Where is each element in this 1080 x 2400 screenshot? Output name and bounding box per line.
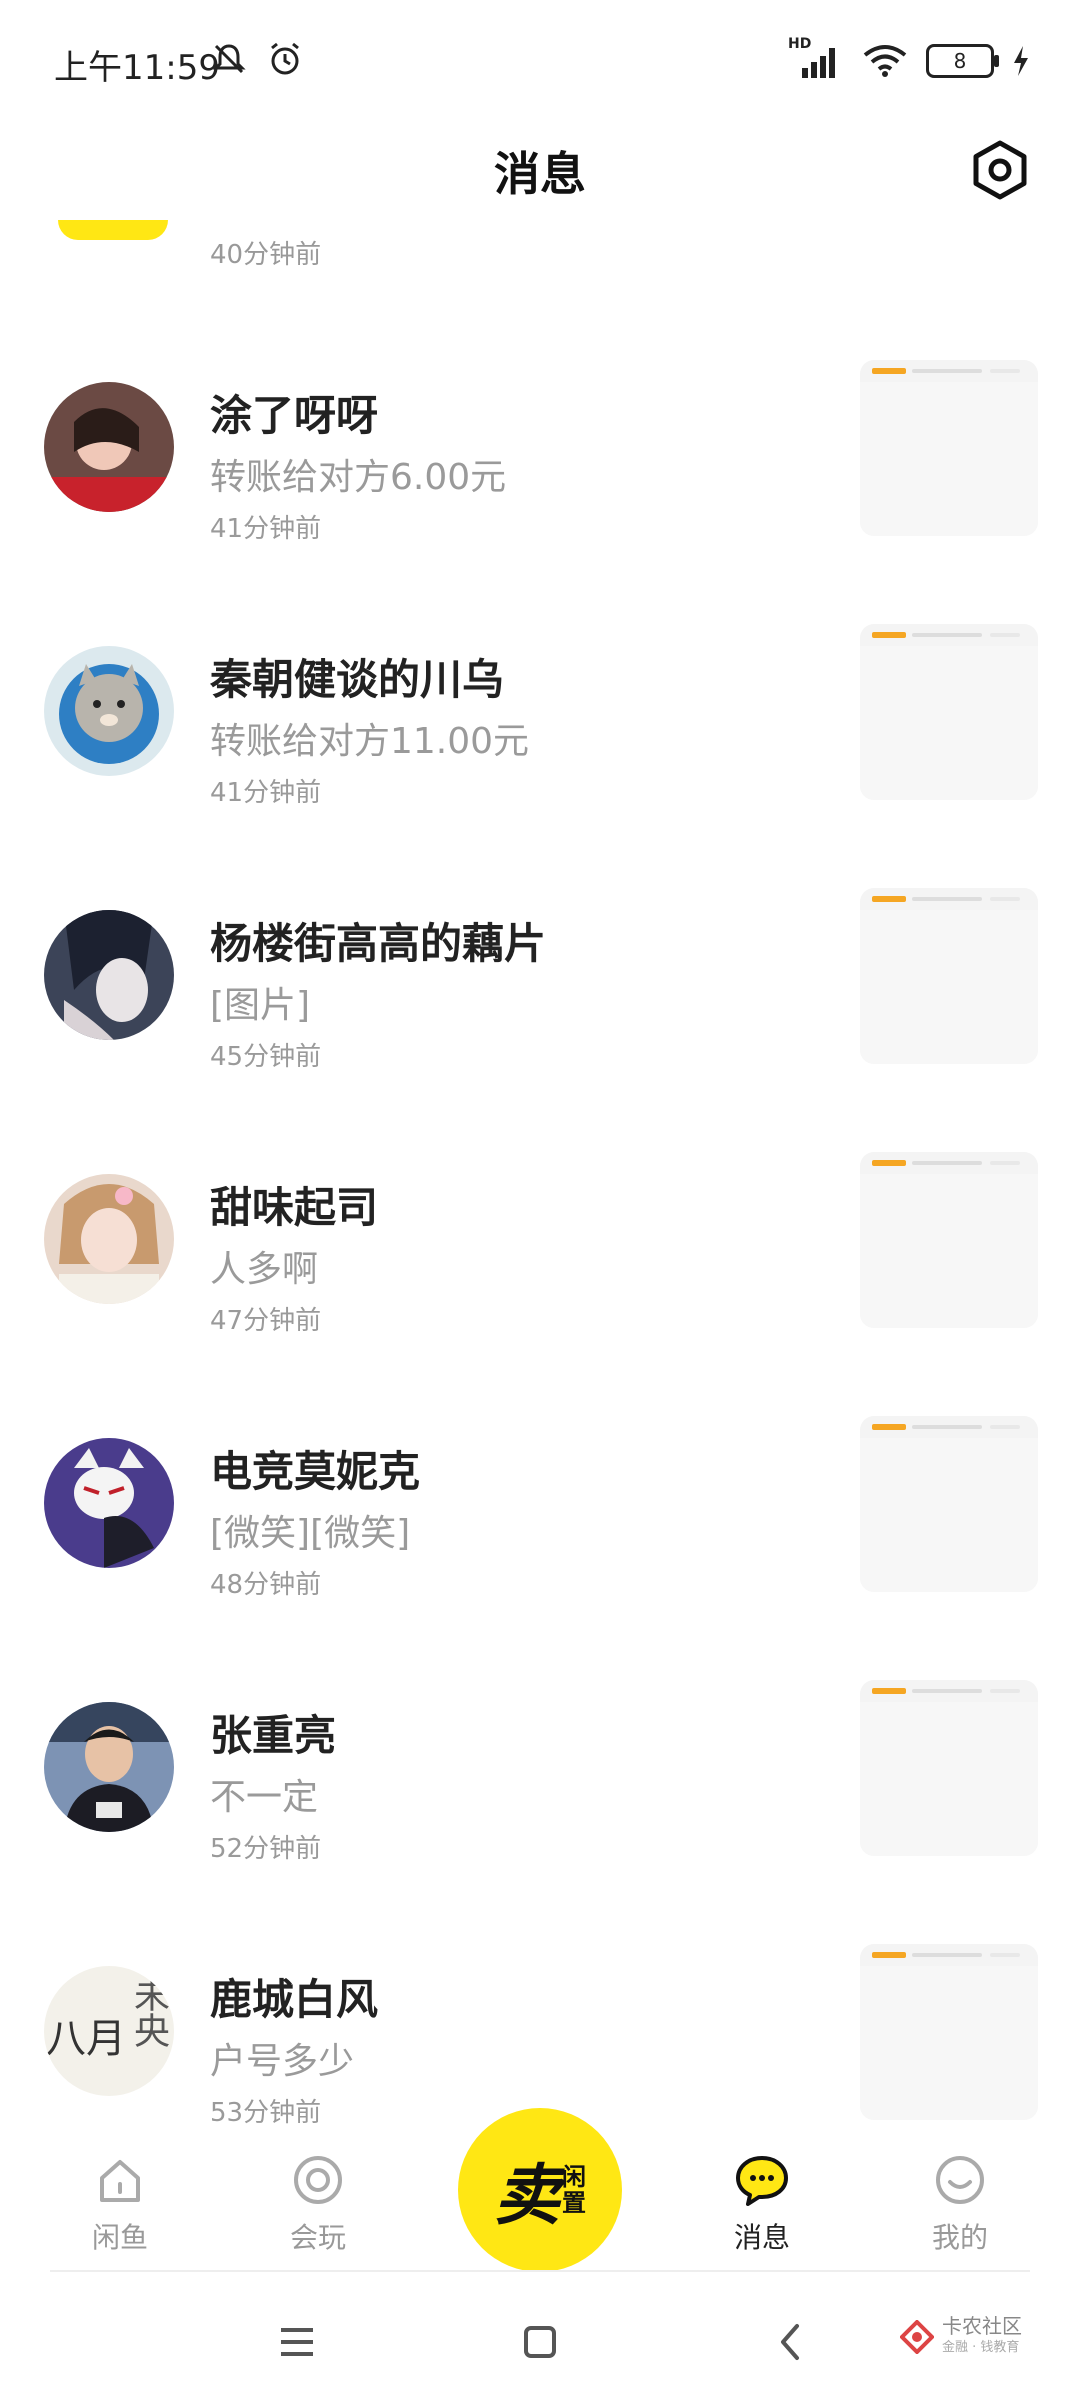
status-time: 上午11:59 (54, 48, 220, 88)
play-icon (294, 2156, 342, 2204)
alarm-icon (271, 42, 299, 75)
status-bar: 上午11:59 HD 8 (0, 0, 1080, 120)
contact-name: 秦朝健谈的川乌 (210, 655, 505, 704)
message-preview: 转账给对方6.00元 (210, 457, 507, 498)
header: 消息 (0, 120, 1080, 220)
avatar (44, 646, 174, 776)
conversation-row[interactable]: 电竞莫妮克 [微笑][微笑] 48分钟前 (0, 1416, 1080, 1680)
item-thumbnail[interactable] (860, 888, 1038, 1064)
message-preview: 户号多少 (210, 2041, 355, 2082)
message-preview: 转账给对方11.00元 (210, 721, 530, 762)
message-time: 47分钟前 (210, 1306, 322, 1336)
contact-name: 张重亮 (210, 1711, 337, 1760)
message-time: 45分钟前 (210, 1042, 322, 1072)
conversation-row[interactable]: 杨楼街高高的藕片 [图片] 45分钟前 (0, 888, 1080, 1152)
conversation-row[interactable]: 甜味起司 人多啊 47分钟前 (0, 1152, 1080, 1416)
conversation-row[interactable]: 涂了呀呀 转账给对方6.00元 41分钟前 (0, 360, 1080, 624)
menu-icon (281, 2328, 313, 2356)
message-time: 40分钟前 (210, 240, 322, 270)
settings-button[interactable] (960, 130, 1040, 210)
back-button[interactable] (750, 2302, 830, 2382)
conversation-list[interactable]: 40分钟前 涂了呀呀 转账给对方6.00元 41分钟前 秦朝健谈的川乌 转账给对… (0, 220, 1080, 2130)
message-time: 48分钟前 (210, 1570, 322, 1600)
signal-icon: HD (788, 36, 844, 80)
avatar (44, 1174, 174, 1304)
message-time: 41分钟前 (210, 514, 322, 544)
item-thumbnail[interactable] (860, 1416, 1038, 1592)
home-nav-button[interactable] (500, 2302, 580, 2382)
wifi-icon (863, 45, 907, 77)
sell-label: 卖 (494, 2157, 560, 2234)
conversation-row[interactable]: 秦朝健谈的川乌 转账给对方11.00元 41分钟前 (0, 624, 1080, 888)
menu-button[interactable] (257, 2302, 337, 2382)
charging-icon (1014, 46, 1028, 76)
message-time: 41分钟前 (210, 778, 322, 808)
avatar (44, 910, 174, 1040)
home-icon (100, 2160, 140, 2202)
mute-icon (212, 44, 246, 74)
message-time: 52分钟前 (210, 1834, 322, 1864)
logo-icon (900, 2320, 934, 2354)
message-preview: 人多啊 (210, 1249, 319, 1290)
message-icon (736, 2156, 788, 2206)
message-preview: [图片] (210, 985, 311, 1026)
contact-name: 涂了呀呀 (210, 391, 379, 440)
tab-home[interactable]: 闲鱼 (50, 2150, 190, 2270)
conversation-row[interactable]: 八月 未央 鹿城白风 户号多少 53分钟前 (0, 1944, 1080, 2130)
square-icon (524, 2326, 556, 2358)
item-thumbnail[interactable] (860, 624, 1038, 800)
tab-messages[interactable]: 消息 (692, 2150, 832, 2270)
contact-name: 杨楼街高高的藕片 (210, 919, 547, 968)
contact-name: 甜味起司 (210, 1183, 379, 1232)
conversation-row[interactable]: 张重亮 不一定 52分钟前 (0, 1680, 1080, 1944)
back-icon (781, 2324, 799, 2360)
item-thumbnail[interactable] (860, 1152, 1038, 1328)
message-preview: [微笑][微笑] (210, 1513, 411, 1554)
battery-icon: 8 (926, 44, 999, 78)
item-thumbnail[interactable] (860, 1944, 1038, 2120)
tab-play[interactable]: 会玩 (248, 2150, 388, 2270)
watermark: 卡农社区 金融 · 钱教育 (900, 2315, 1022, 2359)
message-preview: 不一定 (210, 1777, 319, 1818)
avatar: 八月 未央 (44, 1966, 174, 2096)
contact-name: 电竞莫妮克 (210, 1447, 421, 1496)
system-nav-bar: 卡农社区 金融 · 钱教育 (0, 2272, 1080, 2400)
avatar (58, 220, 168, 240)
settings-icon (973, 140, 1027, 200)
sell-button[interactable]: 卖 闲 置 (458, 2108, 622, 2272)
avatar (44, 1702, 174, 1832)
tab-mine[interactable]: 我的 (890, 2150, 1030, 2270)
avatar (44, 382, 174, 512)
message-time: 53分钟前 (210, 2098, 322, 2128)
page-title: 消息 (494, 147, 586, 201)
item-thumbnail[interactable] (860, 1680, 1038, 1856)
avatar (44, 1438, 174, 1568)
item-thumbnail[interactable] (860, 360, 1038, 536)
contact-name: 鹿城白风 (210, 1975, 379, 2024)
profile-icon (936, 2156, 984, 2204)
